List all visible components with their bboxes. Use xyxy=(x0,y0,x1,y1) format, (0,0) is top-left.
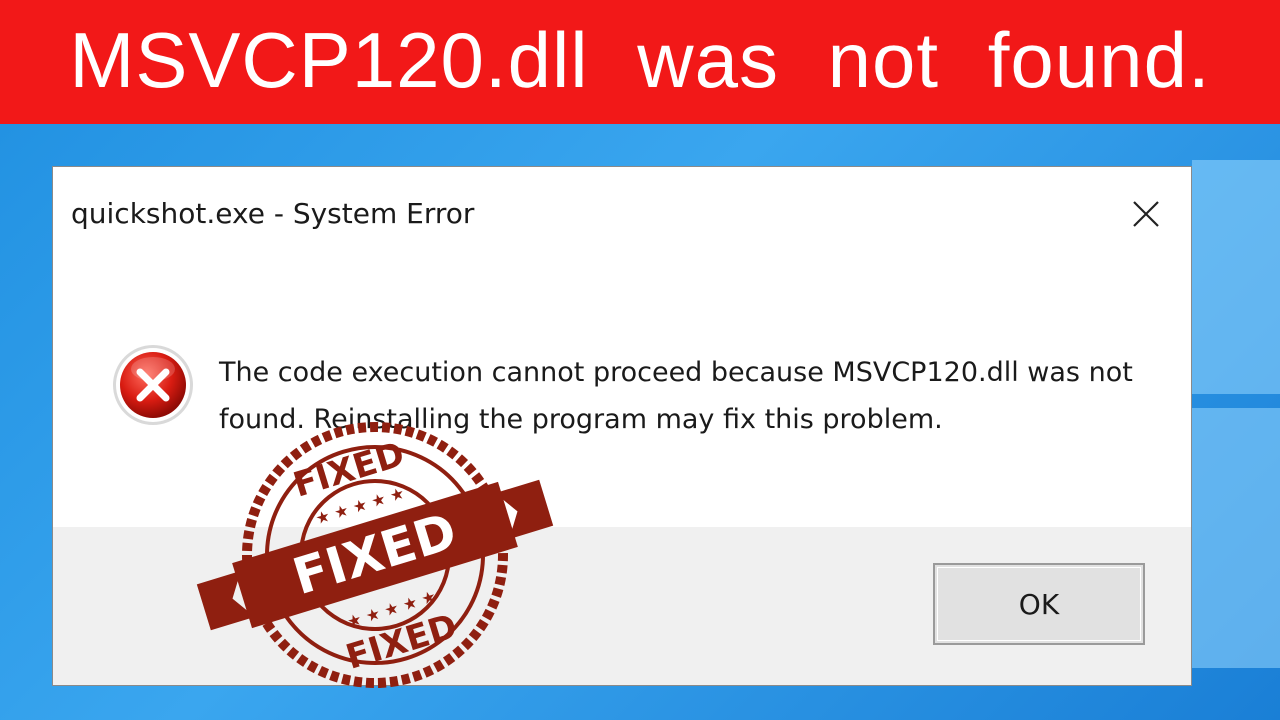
error-x-icon xyxy=(113,345,193,425)
windows-logo-pane-top xyxy=(1192,160,1280,394)
close-button[interactable] xyxy=(1119,189,1173,239)
banner-title: MSVCP120.dll was not found. xyxy=(69,15,1211,104)
ok-button[interactable]: OK xyxy=(933,563,1145,645)
close-icon xyxy=(1133,201,1159,227)
dialog-title: quickshot.exe - System Error xyxy=(71,197,475,230)
title-banner: MSVCP120.dll was not found. xyxy=(0,0,1280,124)
fixed-stamp: FIXED FIXED ★ ★ ★ ★ ★ ★ ★ ★ ★ ★ FIXED xyxy=(196,422,554,688)
windows-logo-pane-bottom xyxy=(1192,408,1280,668)
